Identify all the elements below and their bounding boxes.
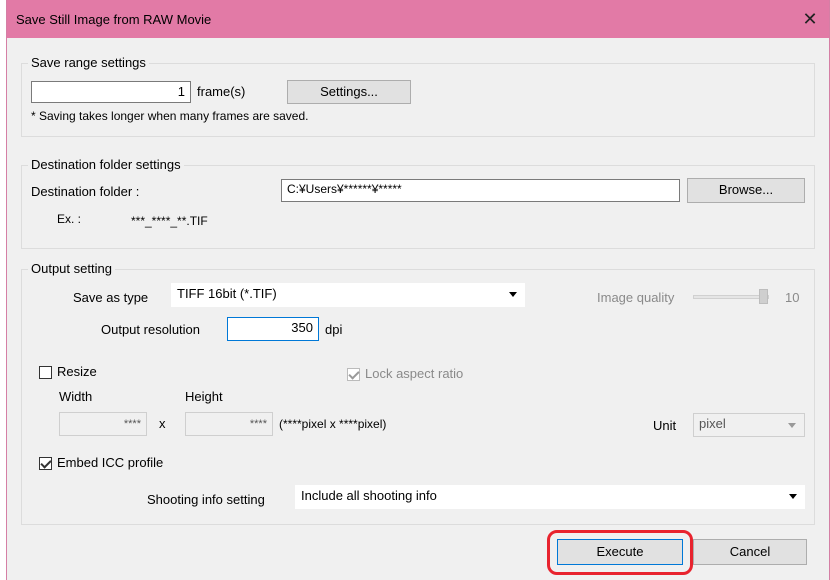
unit-dropdown[interactable]: pixel <box>693 413 805 437</box>
chevron-down-icon <box>789 494 797 499</box>
save-range-note: * Saving takes longer when many frames a… <box>31 109 309 123</box>
resolution-unit: dpi <box>325 322 343 337</box>
close-icon[interactable]: ✕ <box>799 8 821 30</box>
dialog-window: Save Still Image from RAW Movie ✕ Save r… <box>6 0 830 580</box>
save-type-label: Save as type <box>73 290 149 305</box>
image-quality-slider-thumb[interactable] <box>759 289 768 304</box>
destination-legend: Destination folder settings <box>28 157 184 172</box>
image-quality-value: 10 <box>785 290 800 305</box>
resolution-label: Output resolution <box>101 322 201 337</box>
frames-unit-label: frame(s) <box>197 84 246 99</box>
window-title: Save Still Image from RAW Movie <box>16 12 212 27</box>
width-input[interactable]: **** <box>59 412 147 436</box>
embed-icc-label: Embed ICC profile <box>57 455 164 470</box>
chevron-down-icon <box>509 292 517 297</box>
browse-button[interactable]: Browse... <box>687 178 805 203</box>
chevron-down-icon <box>788 423 796 428</box>
shooting-info-value: Include all shooting info <box>301 488 437 503</box>
cancel-button[interactable]: Cancel <box>693 539 807 565</box>
example-filename: ***_****_**.TIF <box>131 214 208 228</box>
unit-value: pixel <box>699 416 726 431</box>
frames-input[interactable]: 1 <box>31 81 191 103</box>
destination-folder-input[interactable]: C:¥Users¥******¥***** <box>281 179 680 202</box>
lock-aspect-checkbox[interactable] <box>347 368 360 381</box>
shooting-info-label: Shooting info setting <box>147 492 265 507</box>
times-label: x <box>159 416 166 431</box>
resize-checkbox[interactable] <box>39 366 52 379</box>
destination-folder-label: Destination folder : <box>31 184 140 199</box>
save-range-legend: Save range settings <box>28 55 149 70</box>
example-label: Ex. : <box>57 212 82 226</box>
resize-label: Resize <box>57 364 97 379</box>
save-type-value: TIFF 16bit (*.TIF) <box>177 286 277 301</box>
image-quality-slider-track <box>693 295 769 299</box>
output-legend: Output setting <box>28 261 115 276</box>
height-label: Height <box>185 389 223 404</box>
shooting-info-dropdown[interactable]: Include all shooting info <box>295 485 805 509</box>
lock-aspect-label: Lock aspect ratio <box>365 366 464 381</box>
settings-button[interactable]: Settings... <box>287 80 411 104</box>
image-quality-label: Image quality <box>597 290 675 305</box>
execute-button[interactable]: Execute <box>557 539 683 565</box>
embed-icc-checkbox[interactable] <box>39 457 52 470</box>
width-label: Width <box>59 389 93 404</box>
pixel-summary: (****pixel x ****pixel) <box>279 417 387 431</box>
resolution-input[interactable]: 350 <box>227 317 319 341</box>
save-type-dropdown[interactable]: TIFF 16bit (*.TIF) <box>171 283 525 307</box>
title-bar[interactable]: Save Still Image from RAW Movie ✕ <box>7 0 829 38</box>
unit-label: Unit <box>653 418 677 433</box>
height-input[interactable]: **** <box>185 412 273 436</box>
